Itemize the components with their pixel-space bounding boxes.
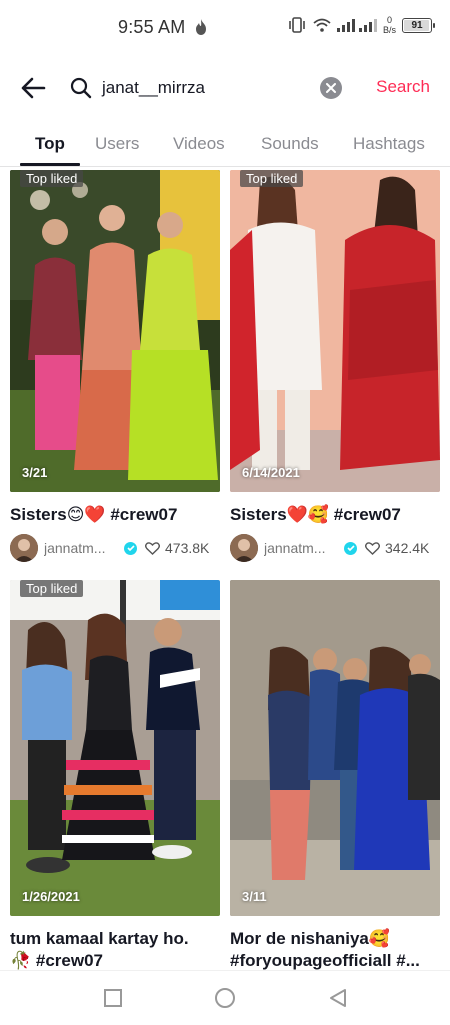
heart-icon — [145, 541, 160, 555]
video-date: 1/26/2021 — [22, 889, 80, 904]
search-tabs: Top Users Videos Sounds Hashtags — [0, 122, 450, 166]
video-caption: Sisters❤️🥰 #crew07 — [230, 505, 401, 524]
video-date: 3/21 — [22, 465, 48, 480]
top-liked-badge: Top liked — [240, 170, 304, 187]
clear-search-button[interactable] — [320, 77, 342, 99]
flame-icon — [196, 19, 206, 35]
video-thumbnail-image — [230, 170, 440, 492]
tab-hashtags[interactable]: Hashtags — [353, 134, 425, 154]
author-name[interactable]: jannatm... — [264, 540, 344, 556]
author-name[interactable]: jannatm... — [44, 540, 124, 556]
status-indicators: 0 B/s 91 — [287, 15, 435, 35]
tab-top[interactable]: Top — [35, 134, 65, 154]
battery-icon: 91 — [402, 17, 435, 33]
video-meta: jannatm... 473.8K — [10, 534, 220, 562]
video-meta: jannatm... 342.4K — [230, 534, 440, 562]
like-count: 342.4K — [365, 540, 429, 556]
search-input[interactable]: janat__mirrza — [70, 70, 352, 106]
signal-icon — [336, 19, 377, 32]
video-thumbnail[interactable]: Top liked 3/21 — [10, 170, 220, 492]
video-card[interactable]: 3/11 Mor de nishaniya🥰 #foryoupageoffici… — [230, 580, 440, 970]
like-count-value: 342.4K — [385, 540, 430, 556]
like-count: 473.8K — [145, 540, 209, 556]
like-count-value: 473.8K — [165, 540, 210, 556]
tab-users[interactable]: Users — [95, 134, 139, 154]
video-card[interactable]: Top liked 3/21 Sisters😊❤️ #crew07 jannat… — [10, 170, 220, 562]
video-thumbnail[interactable]: Top liked 1/26/2021 — [10, 580, 220, 916]
verified-icon — [124, 541, 137, 555]
video-thumbnail[interactable]: 3/11 — [230, 580, 440, 916]
close-icon — [326, 83, 336, 93]
search-button[interactable]: Search — [376, 77, 430, 97]
video-caption-line: #foryoupageofficiall #... — [230, 951, 420, 970]
video-caption-line: Mor de nishaniya🥰 — [230, 929, 391, 948]
avatar[interactable] — [230, 534, 258, 562]
status-time: 9:55 AM — [118, 17, 186, 37]
video-caption-line: tum kamaal kartay ho. — [10, 929, 189, 948]
vibrate-icon — [289, 17, 305, 33]
video-thumbnail-image — [230, 580, 440, 916]
top-liked-badge: Top liked — [20, 580, 84, 597]
video-card[interactable]: Top liked 1/26/2021 tum kamaal kartay ho… — [10, 580, 220, 970]
video-caption: tum kamaal kartay ho. 🥀 #crew07 — [10, 928, 220, 970]
back-button[interactable] — [18, 74, 48, 102]
wifi-icon — [313, 18, 331, 32]
video-card[interactable]: Top liked 6/14/2021 Sisters❤️🥰 #crew07 j… — [230, 170, 440, 562]
video-caption: Mor de nishaniya🥰 #foryoupageofficiall #… — [230, 928, 440, 970]
video-date: 6/14/2021 — [242, 465, 300, 480]
system-nav-bar — [0, 970, 450, 1025]
search-header: janat__mirrza Search — [0, 58, 450, 118]
video-thumbnail-image — [10, 580, 220, 916]
tab-sounds[interactable]: Sounds — [261, 134, 319, 154]
top-liked-badge: Top liked — [20, 170, 84, 187]
video-grid: Top liked 3/21 Sisters😊❤️ #crew07 jannat… — [0, 170, 450, 970]
video-date: 3/11 — [242, 889, 267, 904]
nav-back-icon[interactable] — [327, 987, 349, 1009]
home-icon[interactable] — [214, 987, 236, 1009]
verified-icon — [344, 541, 357, 555]
tab-videos[interactable]: Videos — [173, 134, 225, 154]
video-caption-line: 🥀 #crew07 — [10, 951, 104, 970]
search-icon — [70, 77, 92, 99]
battery-level: 91 — [411, 19, 423, 31]
video-caption: Sisters😊❤️ #crew07 — [10, 505, 178, 524]
heart-icon — [365, 541, 380, 555]
video-thumbnail-image — [10, 170, 220, 492]
divider — [0, 166, 450, 167]
avatar[interactable] — [10, 534, 38, 562]
back-arrow-icon — [21, 77, 46, 99]
search-query: janat__mirrza — [102, 78, 205, 97]
status-bar: 9:55 AM 0 B/s 91 — [0, 0, 450, 58]
recent-apps-icon[interactable] — [102, 987, 124, 1009]
video-thumbnail[interactable]: Top liked 6/14/2021 — [230, 170, 440, 492]
network-speed: 0 B/s — [382, 15, 396, 35]
